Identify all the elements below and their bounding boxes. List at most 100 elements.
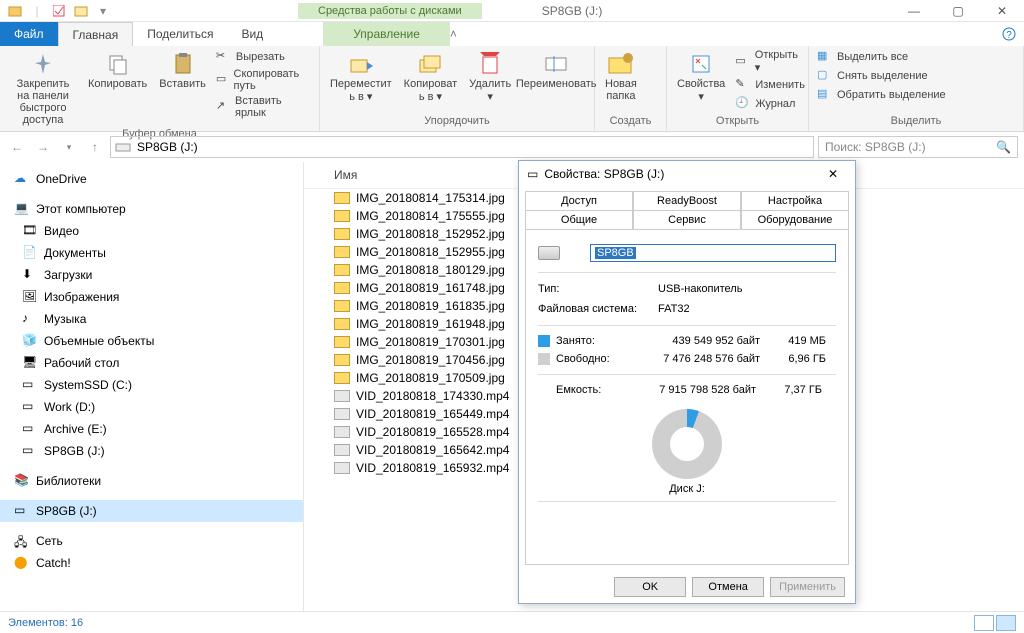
image-file-icon	[334, 372, 350, 384]
dialog-titlebar[interactable]: ▭ Свойства: SP8GB (J:) ✕	[519, 161, 855, 187]
tree-desktop[interactable]: 🖥Рабочий стол	[0, 352, 303, 374]
invert-button[interactable]: ▤Обратить выделение	[815, 86, 948, 104]
tree-work[interactable]: ▭Work (D:)	[0, 396, 303, 418]
paste-shortcut-button[interactable]: ↗Вставить ярлык	[214, 94, 313, 120]
tab-home[interactable]: Главная	[58, 22, 134, 46]
ok-button[interactable]: OK	[614, 577, 686, 597]
ribbon-group-create: Новая папка Создать	[595, 46, 667, 131]
tree-archive[interactable]: ▭Archive (E:)	[0, 418, 303, 440]
tab-custom[interactable]: Настройка	[741, 191, 849, 210]
tree-videos[interactable]: 🎞Видео	[0, 220, 303, 242]
tree-music[interactable]: ♪Музыка	[0, 308, 303, 330]
video-file-icon	[334, 426, 350, 438]
icons-view-icon[interactable]	[996, 615, 1016, 631]
dialog-close-button[interactable]: ✕	[819, 167, 847, 181]
tab-service[interactable]: Сервис	[633, 210, 741, 229]
view-switcher	[974, 615, 1016, 631]
forward-button[interactable]: →	[32, 136, 54, 158]
pc-icon: 💻	[14, 201, 30, 217]
properties-button[interactable]: Свойства ▾	[673, 48, 729, 115]
image-file-icon	[334, 300, 350, 312]
dialog-tabs: Доступ ReadyBoost Настройка Общие Сервис…	[519, 187, 855, 229]
history-icon: 🕘	[735, 96, 751, 112]
copypath-button[interactable]: ▭Скопировать путь	[214, 67, 313, 93]
address-bar[interactable]: SP8GB (J:)	[110, 136, 814, 158]
close-button[interactable]: ✕	[980, 0, 1024, 22]
tab-hardware[interactable]: Оборудование	[741, 210, 849, 229]
delete-button[interactable]: Удалить ▾	[465, 48, 515, 115]
open-button[interactable]: ▭Открыть ▾	[733, 48, 807, 75]
file-name: IMG_20180819_170456.jpg	[356, 353, 505, 367]
up-button[interactable]: ↑	[84, 136, 106, 158]
ribbon: Закрепить на панели быстрого доступа Коп…	[0, 46, 1024, 132]
tree-pictures[interactable]: 🖼Изображения	[0, 286, 303, 308]
tab-view[interactable]: Вид	[227, 22, 277, 46]
tree-documents[interactable]: 📄Документы	[0, 242, 303, 264]
cancel-button[interactable]: Отмена	[692, 577, 764, 597]
checkbox-qat-icon[interactable]	[52, 4, 66, 18]
tree-downloads[interactable]: ⬇Загрузки	[0, 264, 303, 286]
tree-sp8gb[interactable]: ▭SP8GB (J:)	[0, 440, 303, 462]
drive-icon: ▭	[527, 167, 538, 181]
download-icon: ⬇	[22, 267, 38, 283]
usb-icon: ▭	[22, 443, 38, 459]
history-button[interactable]: 🕘Журнал	[733, 95, 807, 113]
search-placeholder: Поиск: SP8GB (J:)	[825, 140, 926, 154]
ribbon-collapse-icon[interactable]: ˄	[450, 27, 457, 41]
cut-button[interactable]: ✂Вырезать	[214, 48, 313, 66]
image-file-icon	[334, 192, 350, 204]
tree-onedrive[interactable]: ☁OneDrive	[0, 168, 303, 190]
pic-icon: 🖼	[22, 289, 38, 305]
rename-icon	[542, 50, 570, 78]
volume-name-input[interactable]: SP8GB	[590, 244, 836, 262]
tree-ssd[interactable]: ▭SystemSSD (C:)	[0, 374, 303, 396]
back-button[interactable]: ←	[6, 136, 28, 158]
image-file-icon	[334, 354, 350, 366]
pin-quickaccess-button[interactable]: Закрепить на панели быстрого доступа	[6, 48, 80, 128]
edit-button[interactable]: ✎Изменить	[733, 76, 807, 94]
minimize-button[interactable]: —	[892, 0, 936, 22]
help-icon[interactable]: ?	[1002, 22, 1016, 46]
maximize-button[interactable]: ▢	[936, 0, 980, 22]
ribbon-group-label: Открыть	[673, 115, 802, 129]
tree-sp8gb-selected[interactable]: ▭SP8GB (J:)	[0, 500, 303, 522]
tree-3dobjects[interactable]: 🧊Объемные объекты	[0, 330, 303, 352]
open-icon: ▭	[735, 54, 750, 70]
details-view-icon[interactable]	[974, 615, 994, 631]
tab-general[interactable]: Общие	[525, 210, 633, 229]
tree-network[interactable]: 🖧Сеть	[0, 530, 303, 552]
qat-dropdown-icon[interactable]: ▾	[96, 4, 110, 18]
tab-file[interactable]: Файл	[0, 22, 58, 46]
drive-icon: ▭	[22, 421, 38, 437]
copy-button[interactable]: Копировать	[84, 48, 151, 128]
copyto-button[interactable]: Копироват ь в ▾	[400, 48, 462, 115]
file-name: IMG_20180819_161835.jpg	[356, 299, 505, 313]
window-controls: — ▢ ✕	[892, 0, 1024, 22]
tree-libraries[interactable]: 📚Библиотеки	[0, 470, 303, 492]
moveto-button[interactable]: Переместит ь в ▾	[326, 48, 396, 115]
ribbon-group-clipboard: Закрепить на панели быстрого доступа Коп…	[0, 46, 320, 131]
free-swatch-icon	[538, 353, 550, 365]
tab-manage[interactable]: Управление	[323, 22, 450, 46]
rename-button[interactable]: Переименовать	[519, 48, 593, 115]
tree-catch[interactable]: ⬤Catch!	[0, 552, 303, 574]
tab-readyboost[interactable]: ReadyBoost	[633, 191, 741, 210]
recent-locations-icon[interactable]: ▾	[58, 136, 80, 158]
paste-button[interactable]: Вставить	[155, 48, 210, 128]
selectall-button[interactable]: ▦Выделить все	[815, 48, 948, 66]
tab-access[interactable]: Доступ	[525, 191, 633, 210]
cap-label: Емкость:	[538, 384, 620, 396]
newfolder-icon	[607, 50, 635, 78]
folder-qat-icon[interactable]	[74, 4, 88, 18]
selectnone-button[interactable]: ▢Снять выделение	[815, 67, 948, 85]
tree-thispc[interactable]: 💻Этот компьютер	[0, 198, 303, 220]
fs-value: FAT32	[658, 303, 690, 315]
image-file-icon	[334, 264, 350, 276]
drive-large-icon	[538, 246, 560, 260]
nav-tree: ☁OneDrive 💻Этот компьютер 🎞Видео 📄Докуме…	[0, 162, 304, 622]
newfolder-button[interactable]: Новая папка	[601, 48, 641, 115]
tab-share[interactable]: Поделиться	[133, 22, 227, 46]
search-box[interactable]: Поиск: SP8GB (J:) 🔍	[818, 136, 1018, 158]
apply-button[interactable]: Применить	[770, 577, 845, 597]
quick-access-toolbar: | ▾	[0, 4, 118, 18]
